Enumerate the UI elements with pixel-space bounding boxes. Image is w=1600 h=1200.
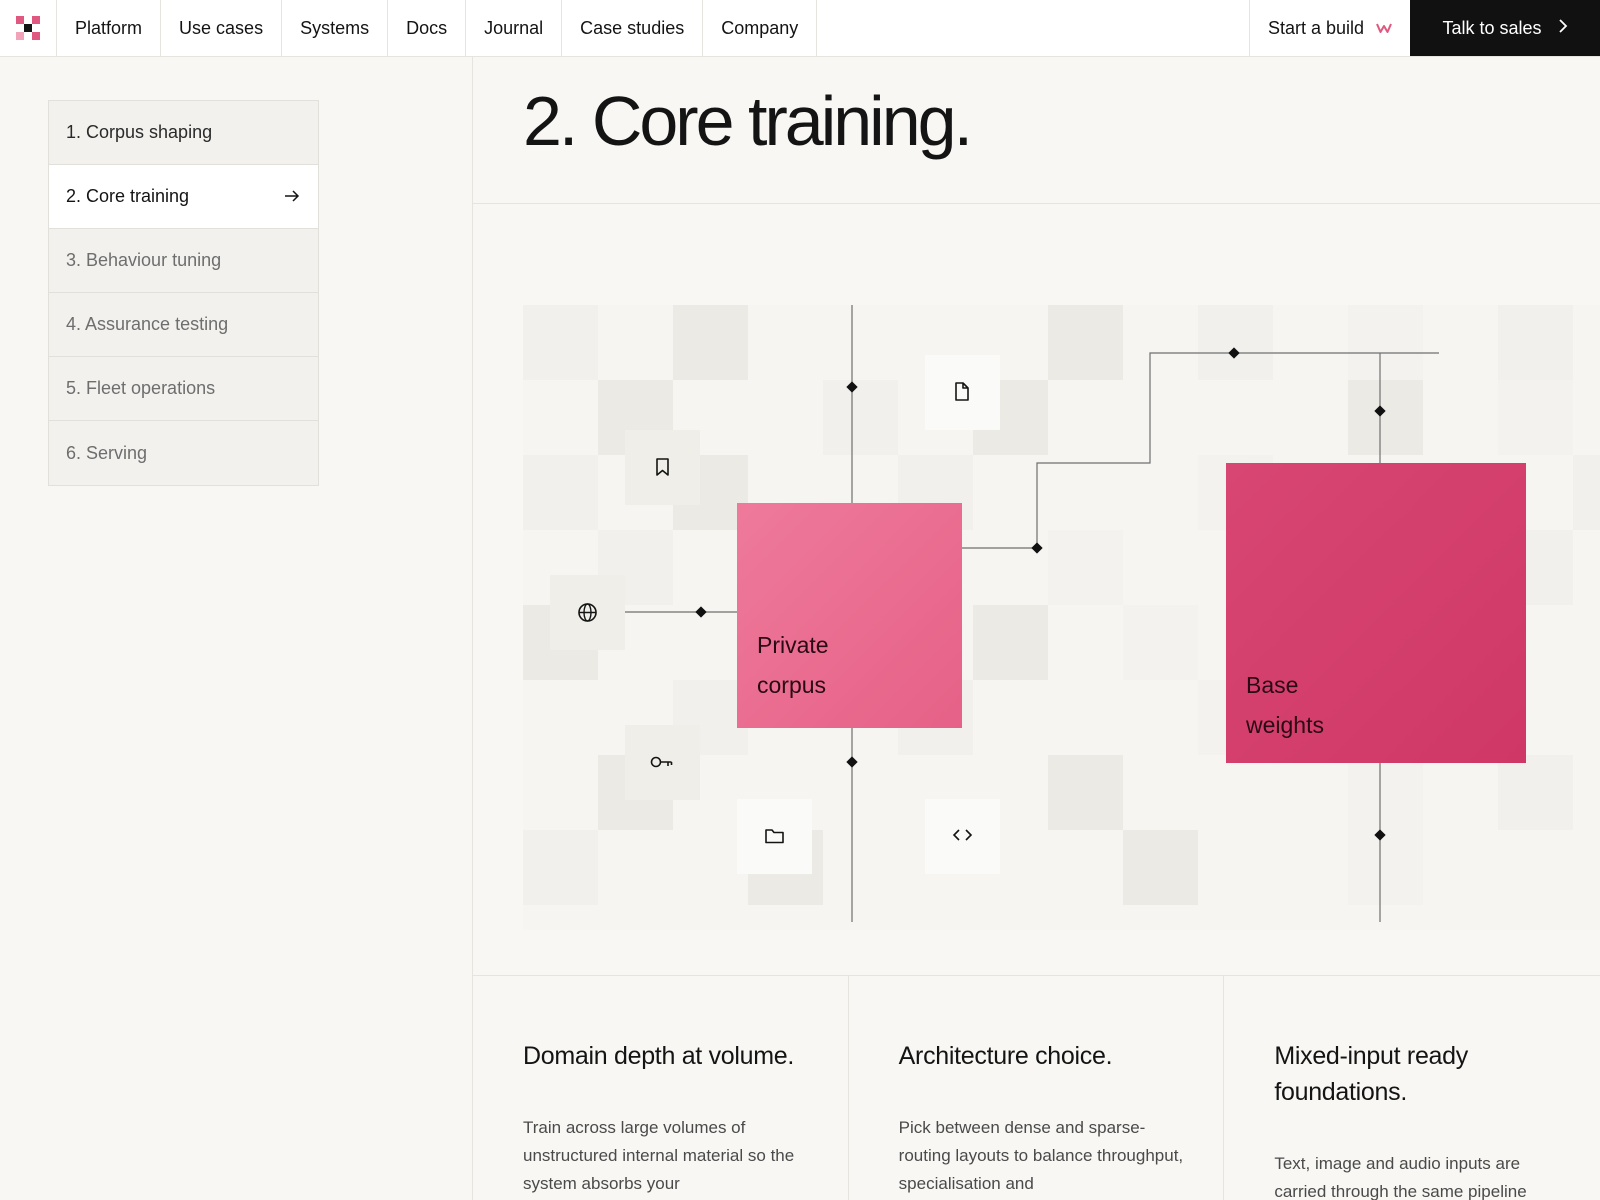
page-title: 2. Core training.	[523, 82, 973, 160]
feature-text: Train across large volumes of unstructur…	[523, 1118, 795, 1193]
arrow-right-icon	[284, 186, 300, 207]
document-icon	[925, 355, 1000, 430]
folder-icon	[737, 799, 812, 874]
step-fleet-operations[interactable]: 5. Fleet operations	[49, 357, 318, 421]
feature-text: Pick between dense and sparse-routing la…	[898, 1118, 1184, 1193]
nav-item-journal[interactable]: Journal	[466, 0, 563, 56]
step-label: 4. Assurance testing	[66, 314, 229, 334]
nav-item-systems[interactable]: Systems	[282, 0, 389, 56]
step-label: 6. Serving	[66, 442, 148, 463]
code-icon	[925, 799, 1000, 874]
step-core-training[interactable]: 2. Core training	[49, 165, 318, 229]
step-behaviour-tuning[interactable]: 3. Behaviour tuning	[49, 229, 318, 293]
chevron-right-icon	[1558, 18, 1568, 39]
step-label: 3. Behaviour tuning	[66, 250, 222, 270]
step-serving[interactable]: 6. Serving	[49, 421, 318, 485]
training-diagram: Private corpus Base weights	[473, 205, 1600, 976]
step-list: 1. Corpus shaping 2. Core training 3. Be…	[48, 100, 319, 486]
talk-to-sales-button[interactable]: Talk to sales	[1410, 0, 1600, 56]
step-assurance-testing[interactable]: 4. Assurance testing	[49, 293, 318, 357]
private-corpus-line1: Private	[757, 632, 829, 658]
private-corpus-line2: corpus	[757, 672, 827, 698]
feature-mixed-input: Mixed-input ready foundations. Text, ima…	[1224, 976, 1600, 1200]
base-weights-line2: weights	[1246, 712, 1324, 738]
nav-item-docs[interactable]: Docs	[388, 0, 467, 56]
nav-item-platform[interactable]: Platform	[57, 0, 162, 56]
diagram-canvas	[523, 305, 1600, 930]
step-corpus-shaping[interactable]: 1. Corpus shaping	[49, 101, 318, 165]
top-navigation: Platform Use cases Systems Docs Journal …	[0, 0, 1600, 57]
start-build-label: Start a build	[1267, 17, 1364, 38]
nav-menu: Platform Use cases Systems Docs Journal …	[57, 0, 818, 56]
nav-item-company[interactable]: Company	[703, 0, 818, 56]
feature-title: Architecture choice.	[898, 1042, 1113, 1070]
talk-to-sales-label: Talk to sales	[1442, 17, 1542, 38]
bookmark-icon	[625, 430, 700, 505]
feature-columns: Domain depth at volume. Train across lar…	[473, 975, 1600, 1200]
sidebar: 1. Corpus shaping 2. Core training 3. Be…	[0, 57, 473, 1200]
w-mark-icon	[1376, 18, 1392, 39]
feature-text: Text, image and audio inputs are carried…	[1274, 1154, 1527, 1200]
private-corpus-label: Private corpus	[757, 625, 829, 705]
step-label: 2. Core training	[66, 186, 190, 206]
step-label: 1. Corpus shaping	[66, 122, 213, 142]
pixel-logo-icon[interactable]	[0, 0, 57, 56]
key-icon	[625, 725, 700, 800]
nav-item-case-studies[interactable]: Case studies	[562, 0, 704, 56]
main-content: 2. Core training. Private corpus Base we…	[473, 57, 1600, 1200]
base-weights-line1: Base	[1246, 672, 1299, 698]
base-weights-label: Base weights	[1246, 665, 1324, 745]
feature-title: Mixed-input ready foundations.	[1274, 1042, 1468, 1106]
feature-architecture-choice: Architecture choice. Pick between dense …	[849, 976, 1225, 1200]
start-build-link[interactable]: Start a build	[1248, 0, 1410, 56]
title-row: 2. Core training.	[473, 57, 1600, 204]
feature-domain-depth: Domain depth at volume. Train across lar…	[473, 976, 849, 1200]
step-label: 5. Fleet operations	[66, 378, 216, 398]
nav-item-use-cases[interactable]: Use cases	[161, 0, 283, 56]
feature-title: Domain depth at volume.	[523, 1042, 795, 1070]
globe-icon	[550, 575, 625, 650]
